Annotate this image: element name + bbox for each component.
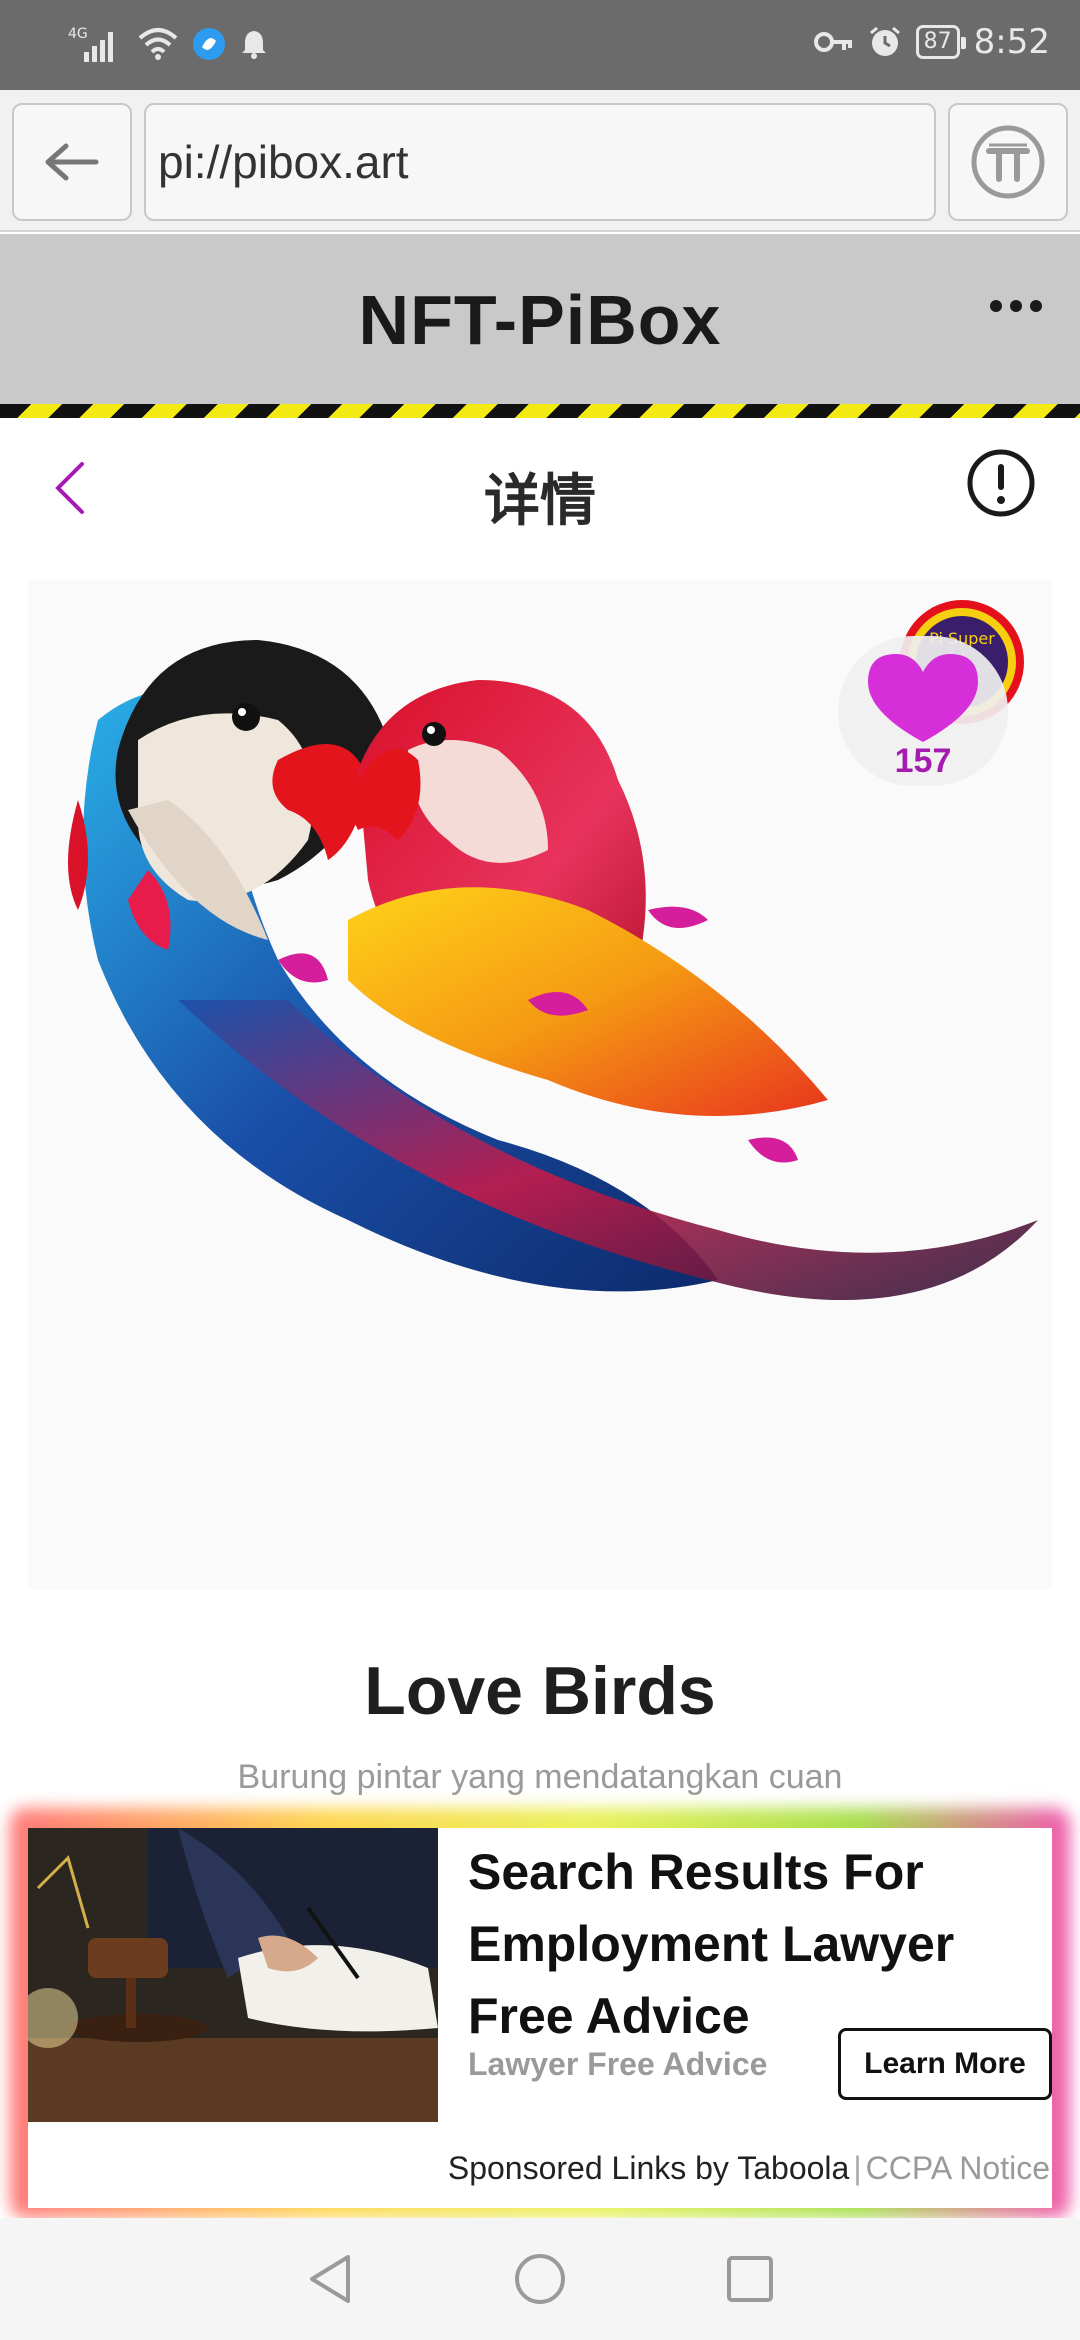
status-right: 87 8:52 (813, 22, 1050, 62)
browser-bar: pi://pibox.art (0, 90, 1080, 232)
like-count: 157 (894, 742, 952, 780)
learn-more-button[interactable]: Learn More (838, 2028, 1052, 2100)
ccpa-notice-link[interactable]: CCPA Notice (866, 2150, 1050, 2186)
ad-headline[interactable]: Search Results For Employment Lawyer Fre… (468, 1836, 1038, 2052)
nft-subtitle: Burung pintar yang mendatangkan cuan (237, 1758, 843, 1796)
ad-source: Lawyer Free Advice (468, 2046, 768, 2082)
report-exclamation-icon[interactable] (966, 448, 1036, 518)
nav-recents-icon[interactable] (726, 2255, 774, 2303)
sponsored-ad[interactable]: Search Results For Employment Lawyer Fre… (28, 1828, 1052, 2208)
more-dot-icon (990, 300, 1002, 312)
system-navigation-bar (0, 2218, 1080, 2340)
hazard-stripe-divider (0, 404, 1080, 418)
ad-footer: Sponsored Links by Taboola | CCPA Notice (448, 2150, 1050, 2187)
nav-back-icon[interactable] (306, 2253, 354, 2305)
ad-footer-separator: | (853, 2150, 862, 2186)
page-title: 详情 (484, 469, 596, 534)
wifi-icon (138, 28, 178, 60)
sponsored-links-label[interactable]: Sponsored Links by Taboola (448, 2150, 849, 2186)
key-icon (813, 32, 852, 52)
arrow-left-icon (45, 143, 99, 181)
lawyer-photo (28, 1828, 438, 2122)
app-header: NFT-PiBox (0, 234, 1080, 404)
app-title: NFT-PiBox (358, 281, 722, 359)
svg-text:4G: 4G (68, 26, 88, 42)
heart-icon (868, 654, 978, 742)
cellular-signal-icon: 4G (68, 26, 113, 62)
pi-browser-button[interactable] (948, 103, 1068, 221)
nav-home-icon[interactable] (514, 2253, 566, 2305)
url-field[interactable]: pi://pibox.art (144, 103, 936, 221)
more-options-button[interactable] (990, 300, 1042, 312)
bell-icon (242, 31, 266, 59)
ad-image[interactable] (28, 1828, 438, 2122)
detail-header: 详情 (0, 418, 1080, 558)
browser-back-button[interactable] (12, 103, 132, 221)
nft-title: Love Birds (364, 1653, 716, 1729)
battery-indicator: 87 (915, 25, 966, 59)
status-bar: 4G 87 8:52 (0, 0, 1080, 90)
clock: 8:52 (973, 22, 1050, 62)
pi-logo-icon (971, 125, 1045, 199)
alarm-icon (869, 26, 900, 56)
more-dot-icon (1010, 300, 1022, 312)
status-left: 4G (68, 24, 268, 64)
app-notification-icon (193, 28, 225, 60)
more-dot-icon (1030, 300, 1042, 312)
